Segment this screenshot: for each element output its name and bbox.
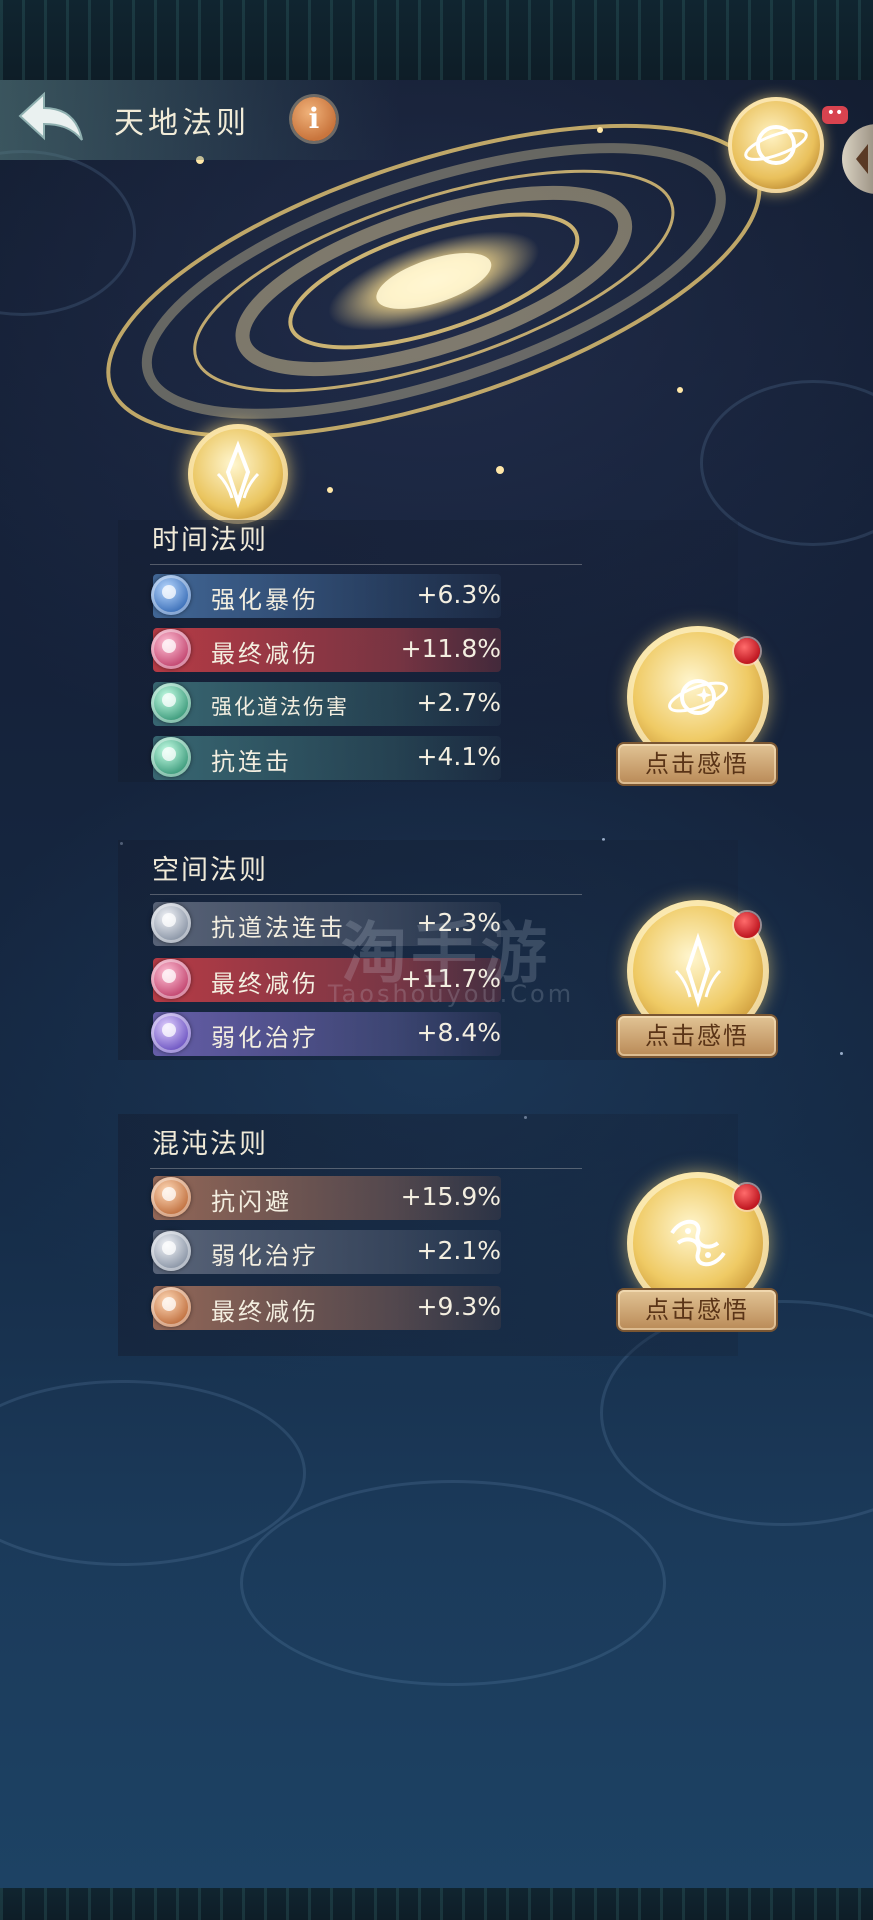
stat-value: +8.4% bbox=[416, 1018, 501, 1047]
stat-value: +15.9% bbox=[400, 1182, 501, 1211]
notification-dot bbox=[734, 638, 760, 664]
stat-row: 最终减伤 +11.8% bbox=[151, 628, 501, 672]
gem-icon bbox=[151, 683, 191, 723]
comprehend-button-space[interactable]: 点击感悟 bbox=[618, 1016, 776, 1056]
time-law-orb[interactable] bbox=[188, 424, 288, 524]
cloud-decoration bbox=[240, 1480, 666, 1686]
gem-icon bbox=[151, 903, 191, 943]
page-title: 天地法则 bbox=[114, 106, 250, 141]
stat-value: +2.7% bbox=[416, 688, 501, 717]
section-title-space-law: 空间法则 bbox=[152, 855, 268, 886]
comprehend-button-chaos[interactable]: 点击感悟 bbox=[618, 1290, 776, 1330]
stat-name: 弱化治疗 bbox=[211, 1242, 319, 1270]
stat-name: 抗连击 bbox=[211, 748, 292, 776]
notification-dot bbox=[734, 912, 760, 938]
comprehend-button-time[interactable]: 点击感悟 bbox=[618, 744, 776, 784]
section-title-chaos-law: 混沌法则 bbox=[152, 1129, 268, 1160]
galaxy-emblem-icon bbox=[668, 679, 728, 715]
stat-row: 最终减伤 +9.3% bbox=[151, 1286, 501, 1330]
stat-row: 抗闪避 +15.9% bbox=[151, 1176, 501, 1220]
stat-name: 最终减伤 bbox=[211, 640, 319, 668]
stat-row: 弱化治疗 +8.4% bbox=[151, 1012, 501, 1056]
planet-orb-button[interactable] bbox=[728, 97, 824, 193]
gem-icon bbox=[151, 737, 191, 777]
chevron-left-icon bbox=[856, 144, 868, 174]
gem-icon bbox=[151, 629, 191, 669]
gem-icon bbox=[151, 1287, 191, 1327]
stat-value: +2.1% bbox=[416, 1236, 501, 1265]
planet-icon bbox=[744, 125, 808, 165]
stat-name: 抗闪避 bbox=[211, 1188, 292, 1216]
game-screen: 天地法则 i •• 时间法则 强化暴伤 +6.3% 最终减伤 +11.8% 强化… bbox=[0, 0, 873, 1920]
star-decoration bbox=[840, 1052, 843, 1055]
top-decorative-strip bbox=[0, 0, 873, 80]
notification-badge: •• bbox=[822, 106, 848, 124]
gem-icon bbox=[151, 1231, 191, 1271]
flame-crystal-icon bbox=[216, 440, 260, 509]
stat-row: 抗连击 +4.1% bbox=[151, 736, 501, 780]
side-expand-arrow[interactable] bbox=[842, 124, 873, 194]
back-arrow-icon[interactable] bbox=[16, 90, 86, 144]
section-divider bbox=[150, 1168, 582, 1169]
stat-value: +6.3% bbox=[416, 580, 501, 609]
gem-icon bbox=[151, 575, 191, 615]
stat-row: 强化暴伤 +6.3% bbox=[151, 574, 501, 618]
crystal-emblem-icon bbox=[674, 932, 722, 1008]
watermark: 淘手游 Taoshouyou.Com bbox=[296, 900, 596, 1010]
stat-name: 弱化治疗 bbox=[211, 1024, 319, 1052]
stat-row: 弱化治疗 +2.1% bbox=[151, 1230, 501, 1274]
stat-row: 强化道法伤害 +2.7% bbox=[151, 682, 501, 726]
stat-name: 最终减伤 bbox=[211, 1298, 319, 1326]
notification-dot bbox=[734, 1184, 760, 1210]
stat-name: 强化暴伤 bbox=[211, 586, 319, 614]
stat-value: +4.1% bbox=[416, 742, 501, 771]
gem-icon bbox=[151, 959, 191, 999]
gem-icon bbox=[151, 1177, 191, 1217]
stat-value: +9.3% bbox=[416, 1292, 501, 1321]
stat-value: +11.8% bbox=[400, 634, 501, 663]
info-icon[interactable]: i bbox=[292, 97, 336, 141]
section-title-time-law: 时间法则 bbox=[152, 525, 268, 556]
stat-name: 强化道法伤害 bbox=[211, 695, 349, 719]
section-divider bbox=[150, 894, 582, 895]
bottom-decorative-strip bbox=[0, 1888, 873, 1920]
yin-yang-emblem-icon bbox=[670, 1219, 726, 1267]
watermark-sub-text: Taoshouyou.Com bbox=[327, 980, 575, 1008]
gem-icon bbox=[151, 1013, 191, 1053]
section-divider bbox=[150, 564, 582, 565]
